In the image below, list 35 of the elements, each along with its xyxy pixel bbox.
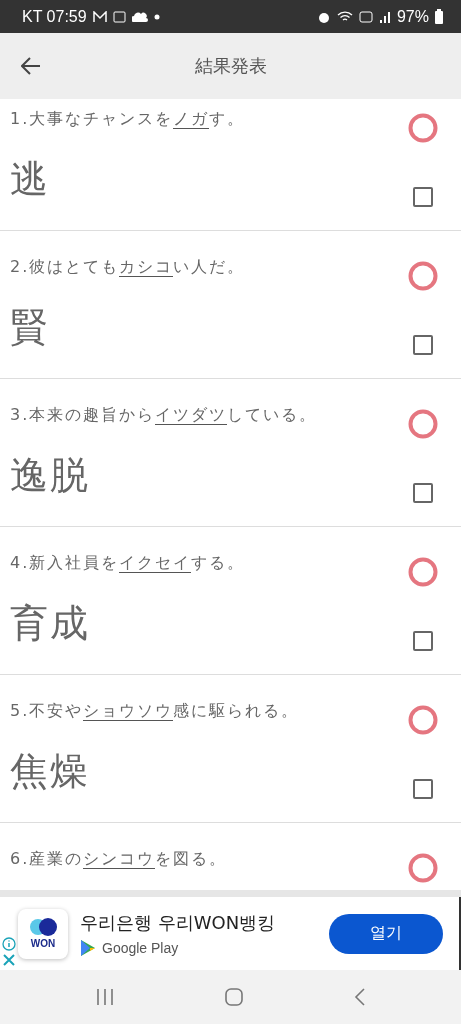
mail-icon — [92, 10, 107, 23]
question-text: 1.大事なチャンスを ノガす。 — [10, 109, 247, 130]
answer-text: 育成 — [10, 600, 91, 647]
checkbox[interactable] — [413, 483, 433, 503]
answer-text: 焦燥 — [10, 748, 91, 795]
battery-level: 97% — [396, 7, 429, 26]
checkbox[interactable] — [413, 631, 433, 651]
question-text: 5.不安や ショウソウ 感に駆られる。 — [10, 701, 301, 722]
checkbox[interactable] — [413, 779, 433, 799]
question-text: 2.彼はとても カシコ い人だ。 — [10, 257, 247, 278]
checkbox[interactable] — [413, 335, 433, 355]
checkbox[interactable] — [413, 187, 433, 207]
question-text: 4.新入社員を イクセイする。 — [10, 553, 247, 574]
question-text: 3.本来の趣旨から イツダツ している。 — [10, 405, 319, 426]
page-title: 結果発表 — [194, 54, 267, 78]
answer-text: 賢 — [10, 304, 51, 351]
logo-circles-icon — [27, 918, 59, 936]
store-name: Google Play — [102, 939, 179, 956]
status-time: KT 07:59 — [22, 7, 87, 26]
wifi-icon — [336, 10, 353, 23]
play-store-icon — [80, 938, 96, 957]
battery-icon — [435, 9, 443, 24]
badge-icon — [112, 10, 126, 23]
question-text: 6.産業の シンコウ を図る。 — [10, 849, 229, 870]
info-icon[interactable] — [2, 937, 16, 951]
cloud-icon — [131, 11, 148, 22]
answer-text: 逸脱 — [10, 452, 91, 499]
back-arrow-icon[interactable] — [21, 57, 41, 75]
close-icon[interactable] — [2, 953, 16, 967]
app-name: 우리은행 우리WON뱅킹 — [80, 910, 277, 935]
logo-text: WON — [30, 938, 56, 949]
signal-icon — [378, 10, 391, 23]
answer-text: 逃 — [10, 156, 51, 203]
dot-icon — [153, 13, 160, 20]
open-button[interactable]: 열기 — [329, 913, 443, 954]
